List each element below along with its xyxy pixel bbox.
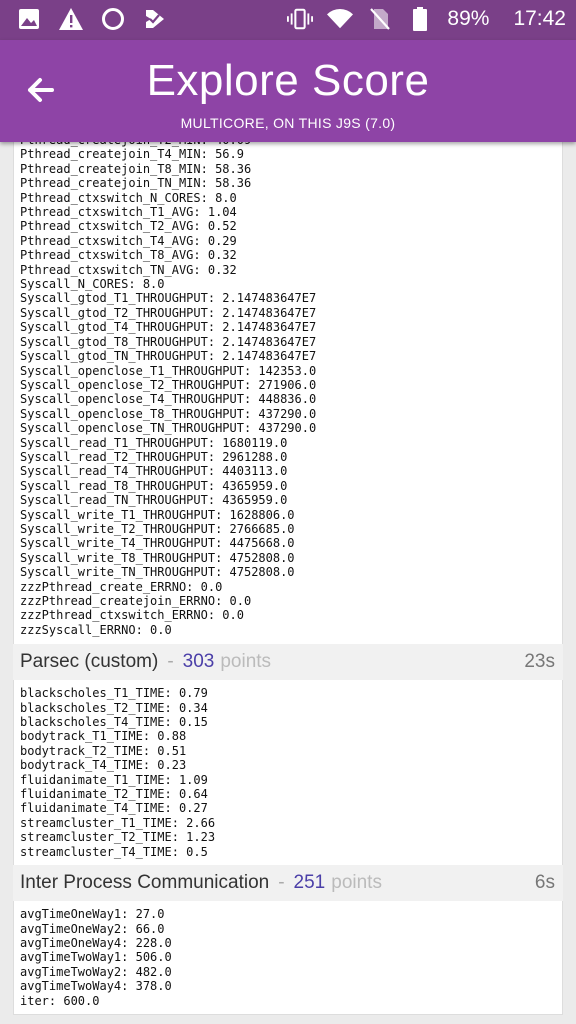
result-line: iter: 600.0 — [20, 993, 100, 1008]
result-line: Pthread_ctxswitch_N_CORES: 8.0 — [20, 190, 237, 205]
section-points: 303 — [182, 651, 215, 673]
result-line: Syscall_N_CORES: 8.0 — [20, 277, 165, 292]
result-line: avgTimeOneWay2: 66.0 — [20, 921, 165, 936]
result-line: Syscall_read_T4_THROUGHPUT: 4403113.0 — [20, 464, 288, 479]
result-line: Syscall_openclose_T2_THROUGHPUT: 271906.… — [20, 377, 317, 392]
clock: 17:42 — [513, 7, 566, 30]
section-name: Inter Process Communication — [20, 872, 270, 894]
result-line: avgTimeOneWay1: 27.0 — [20, 907, 165, 922]
result-line: streamcluster_T1_TIME: 2.66 — [20, 815, 216, 830]
results-card-ipc: avgTimeOneWay1: 27.0 avgTimeOneWay2: 66.0… — [13, 901, 563, 1015]
image-icon — [16, 6, 42, 32]
result-line: blackscholes_T4_TIME: 0.15 — [20, 715, 208, 730]
result-line: Pthread_ctxswitch_T2_AVG: 0.52 — [20, 219, 237, 234]
result-line: Syscall_write_T8_THROUGHPUT: 4752808.0 — [20, 550, 295, 565]
result-line: Syscall_read_TN_THROUGHPUT: 4365959.0 — [20, 493, 288, 508]
result-line: blackscholes_T1_TIME: 0.79 — [20, 686, 208, 701]
result-line: Syscall_openclose_T4_THROUGHPUT: 448836.… — [20, 392, 317, 407]
checkmark-icon — [142, 6, 168, 32]
section-separator: - — [167, 651, 174, 673]
result-line: fluidanimate_T4_TIME: 0.27 — [20, 801, 208, 816]
result-line: Pthread_createjoin_T8_MIN: 58.36 — [20, 161, 252, 176]
result-line: Pthread_ctxswitch_TN_AVG: 0.32 — [20, 262, 237, 277]
result-line: Syscall_gtod_T2_THROUGHPUT: 2.147483647E… — [20, 305, 317, 320]
result-line: Syscall_write_T4_THROUGHPUT: 4475668.0 — [20, 536, 295, 551]
result-line: Pthread_ctxswitch_T8_AVG: 0.32 — [20, 248, 237, 263]
result-line: Syscall_gtod_T1_THROUGHPUT: 2.147483647E… — [20, 291, 317, 306]
result-line: avgTimeTwoWay1: 506.0 — [20, 950, 172, 965]
result-line: zzzPthread_create_ERRNO: 0.0 — [20, 579, 223, 594]
result-line: Syscall_openclose_TN_THROUGHPUT: 437290.… — [20, 421, 317, 436]
result-line: Pthread_createjoin_T4_MIN: 56.9 — [20, 147, 244, 162]
result-line: bodytrack_T4_TIME: 0.23 — [20, 758, 187, 773]
result-line: Syscall_write_T1_THROUGHPUT: 1628806.0 — [20, 507, 295, 522]
battery-percent: 89% — [447, 7, 490, 30]
result-line: Syscall_write_TN_THROUGHPUT: 4752808.0 — [20, 565, 295, 580]
result-line: avgTimeTwoWay2: 482.0 — [20, 964, 172, 979]
results-card-multicore: Pthread_createjoin_T2_MIN: 40.09Pthread_… — [13, 142, 563, 638]
result-line: avgTimeOneWay4: 228.0 — [20, 935, 172, 950]
section-points: 251 — [293, 872, 326, 894]
result-line: bodytrack_T2_TIME: 0.51 — [20, 743, 187, 758]
result-lines: Pthread_createjoin_T2_MIN: 40.09Pthread_… — [14, 142, 562, 637]
section-name: Parsec (custom) — [20, 651, 159, 673]
status-left-icons — [16, 6, 168, 32]
result-line: Syscall_write_T2_THROUGHPUT: 2766685.0 — [20, 521, 295, 536]
page-title: Explore Score — [146, 56, 430, 105]
wifi-icon — [327, 6, 354, 32]
circle-icon — [100, 6, 126, 32]
result-line: avgTimeTwoWay4: 378.0 — [20, 979, 172, 994]
result-line: Syscall_openclose_T1_THROUGHPUT: 142353.… — [20, 363, 317, 378]
warning-icon — [58, 6, 84, 32]
section-header-parsec[interactable]: Parsec (custom) - 303 points 23s — [13, 644, 563, 681]
result-line: Pthread_ctxswitch_T1_AVG: 1.04 — [20, 205, 237, 220]
vibrate-icon — [287, 6, 314, 32]
result-line: streamcluster_T2_TIME: 1.23 — [20, 830, 216, 845]
result-line: zzzSyscall_ERRNO: 0.0 — [20, 622, 172, 637]
result-line: Syscall_read_T2_THROUGHPUT: 2961288.0 — [20, 449, 288, 464]
section-separator: - — [278, 872, 285, 894]
section-points-label: points — [220, 651, 272, 673]
result-line: Syscall_gtod_TN_THROUGHPUT: 2.147483647E… — [20, 349, 317, 364]
section-header-ipc[interactable]: Inter Process Communication - 251 points… — [13, 865, 563, 902]
result-line: Pthread_ctxswitch_T4_AVG: 0.29 — [20, 233, 237, 248]
status-bar: 89% 17:42 — [0, 0, 576, 40]
result-lines: blackscholes_T1_TIME: 0.79 blackscholes_T… — [14, 686, 562, 859]
section-time: 23s — [524, 651, 555, 673]
result-line: Pthread_createjoin_TN_MIN: 58.36 — [20, 176, 252, 191]
result-line: Syscall_gtod_T8_THROUGHPUT: 2.147483647E… — [20, 334, 317, 349]
results-list[interactable]: Pthread_createjoin_T2_MIN: 40.09Pthread_… — [13, 142, 563, 1024]
battery-icon — [407, 6, 433, 32]
result-line: Syscall_read_T8_THROUGHPUT: 4365959.0 — [20, 478, 288, 493]
result-line: fluidanimate_T2_TIME: 0.64 — [20, 787, 208, 802]
result-line: Syscall_gtod_T4_THROUGHPUT: 2.147483647E… — [20, 320, 317, 335]
section-points-label: points — [331, 872, 382, 894]
result-line: bodytrack_T1_TIME: 0.88 — [20, 729, 187, 744]
result-line: fluidanimate_T1_TIME: 1.09 — [20, 772, 208, 787]
page-subtitle: MULTICORE, ON THIS J9S (7.0) — [180, 115, 396, 131]
result-line: Syscall_openclose_T8_THROUGHPUT: 437290.… — [20, 406, 317, 421]
result-lines: avgTimeOneWay1: 27.0 avgTimeOneWay2: 66.0… — [14, 907, 562, 1008]
result-line: zzzPthread_ctxswitch_ERRNO: 0.0 — [20, 608, 244, 623]
result-line: zzzPthread_createjoin_ERRNO: 0.0 — [20, 594, 252, 608]
result-line: streamcluster_T4_TIME: 0.5 — [20, 844, 208, 859]
results-card-parsec: blackscholes_T1_TIME: 0.79 blackscholes_T… — [13, 680, 563, 866]
no-sim-icon — [367, 6, 393, 32]
section-time: 6s — [534, 872, 555, 894]
status-right: 89% 17:42 — [287, 6, 566, 32]
result-line: Syscall_read_T1_THROUGHPUT: 1680119.0 — [20, 435, 288, 450]
result-line: blackscholes_T2_TIME: 0.34 — [20, 700, 208, 715]
app-bar: Explore Score MULTICORE, ON THIS J9S (7.… — [0, 40, 576, 142]
